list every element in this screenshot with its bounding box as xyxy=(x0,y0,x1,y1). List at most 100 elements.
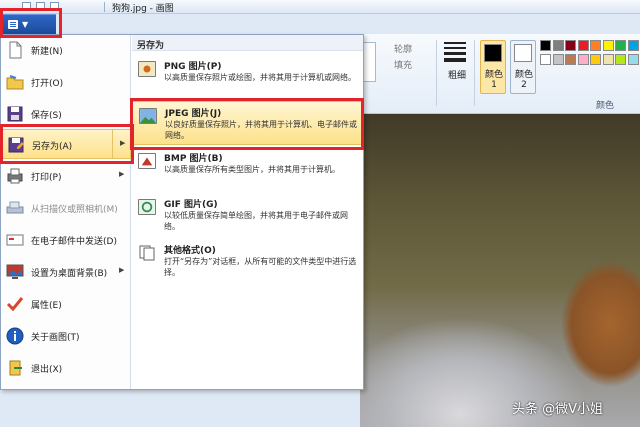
chevron-right-icon[interactable]: ▶ xyxy=(120,139,125,147)
redo-icon[interactable] xyxy=(50,2,59,11)
menu-item-label: 新建(N) xyxy=(31,47,63,57)
palette-color-swatch[interactable] xyxy=(552,54,564,65)
format-other[interactable]: 其他格式(O) 打开“另存为”对话框，从所有可能的文件类型中进行选择。 xyxy=(132,239,363,283)
palette-color-swatch[interactable] xyxy=(590,40,601,51)
menu-item-label: 设置为桌面背景(B) xyxy=(31,269,108,279)
document-icon xyxy=(8,20,18,29)
submenu-header: 另存为 xyxy=(132,35,363,51)
title-bar: 狗狗.jpg - 画图 xyxy=(0,0,640,14)
save-as-submenu: 另存为 PNG 图片(P) 以高质量保存照片或绘图，并将其用于计算机或网络。 J… xyxy=(132,35,363,389)
palette-color-swatch[interactable] xyxy=(615,54,626,65)
watermark: 头条 @微V小姐 xyxy=(512,402,604,417)
palette-color-swatch[interactable] xyxy=(615,40,626,51)
menu-item-label: 打印(P) xyxy=(31,173,62,183)
format-jpeg[interactable]: JPEG 图片(J) 以良好质量保存照片，并将其用于计算机、电子邮件或网络。 xyxy=(132,101,363,145)
info-icon xyxy=(6,327,24,345)
line-size-icon[interactable] xyxy=(444,42,466,62)
printer-icon xyxy=(7,168,23,184)
png-image-icon xyxy=(138,61,156,77)
menu-item-save[interactable]: 保存(S) xyxy=(1,99,131,129)
floppy-disk-icon xyxy=(7,106,23,122)
format-title: 其他格式(O) xyxy=(164,246,216,256)
menu-item-about[interactable]: 关于画图(T) xyxy=(1,321,131,351)
format-png[interactable]: PNG 图片(P) 以高质量保存照片或绘图，并将其用于计算机或网络。 xyxy=(132,55,363,99)
format-gif[interactable]: GIF 图片(G) 以较低质量保存简单绘图，并将其用于电子邮件或网络。 xyxy=(132,193,363,237)
palette-color-swatch[interactable] xyxy=(565,40,576,51)
palette-color-swatch[interactable] xyxy=(602,54,614,65)
format-title: PNG 图片(P) xyxy=(164,62,222,72)
menu-item-print[interactable]: 打印(P) ▶ xyxy=(1,161,131,191)
menu-item-label: 在电子邮件中发送(D) xyxy=(31,237,117,247)
desktop-wallpaper-icon xyxy=(6,264,24,279)
chevron-right-icon[interactable]: ▶ xyxy=(119,266,124,274)
ribbon: 轮廓 填充 粗细 颜色 1 颜色 2 颜色 xyxy=(360,34,640,114)
color1-swatch xyxy=(484,44,502,62)
menu-item-label: 关于画图(T) xyxy=(31,333,80,343)
chevron-down-icon: ▼ xyxy=(22,20,29,29)
chevron-right-icon[interactable]: ▶ xyxy=(119,170,124,178)
new-file-icon xyxy=(9,41,22,59)
undo-icon[interactable] xyxy=(36,2,45,11)
menu-item-label: 另存为(A) xyxy=(32,142,73,152)
save-as-icon xyxy=(8,137,24,153)
menu-item-new[interactable]: 新建(N) xyxy=(1,35,131,65)
open-folder-icon xyxy=(6,75,24,90)
palette-color-swatch[interactable] xyxy=(552,40,564,51)
palette-color-swatch[interactable] xyxy=(565,54,576,65)
menu-item-email[interactable]: 在电子邮件中发送(D) xyxy=(1,225,131,255)
ribbon-separator xyxy=(436,40,437,106)
format-description: 以良好质量保存照片，并将其用于计算机、电子邮件或网络。 xyxy=(165,120,357,140)
gif-image-icon xyxy=(138,199,156,215)
format-title: GIF 图片(G) xyxy=(164,200,218,210)
palette-color-swatch[interactable] xyxy=(540,54,551,65)
palette-color-swatch[interactable] xyxy=(627,54,639,65)
window-title: 狗狗.jpg - 画图 xyxy=(112,4,174,14)
format-bmp[interactable]: BMP 图片(B) 以高质量保存所有类型图片，并将其用于计算机。 xyxy=(132,147,363,191)
format-description: 以高质量保存照片或绘图，并将其用于计算机或网络。 xyxy=(164,73,356,82)
menu-item-label: 退出(X) xyxy=(31,365,63,375)
fill-button[interactable]: 填充 xyxy=(394,58,412,71)
palette-color-swatch[interactable] xyxy=(540,40,551,51)
format-description: 以高质量保存所有类型图片，并将其用于计算机。 xyxy=(164,165,340,174)
palette-color-swatch[interactable] xyxy=(577,54,589,65)
size-button[interactable]: 粗细 xyxy=(448,68,466,81)
save-icon[interactable] xyxy=(22,2,31,11)
menu-item-label: 从扫描仪或照相机(M) xyxy=(31,205,118,215)
color1-button[interactable]: 颜色 1 xyxy=(480,40,506,94)
palette-color-swatch[interactable] xyxy=(602,40,614,51)
app-menu: 新建(N) 打开(O) 保存(S) 另存为(A) ▶ 打印(P) ▶ 从扫描仪或… xyxy=(0,34,364,390)
exit-door-icon xyxy=(9,360,22,376)
menu-item-label: 保存(S) xyxy=(31,111,62,121)
palette-color-swatch[interactable] xyxy=(627,40,639,51)
outline-button[interactable]: 轮廓 xyxy=(394,42,412,55)
format-title: JPEG 图片(J) xyxy=(165,109,222,119)
menu-item-scanner: 从扫描仪或照相机(M) xyxy=(1,193,131,223)
format-description: 打开“另存为”对话框，从所有可能的文件类型中进行选择。 xyxy=(164,257,357,277)
drawing-canvas[interactable] xyxy=(360,114,640,427)
palette-color-swatch[interactable] xyxy=(577,40,589,51)
format-description: 以较低质量保存简单绘图，并将其用于电子邮件或网络。 xyxy=(164,211,348,231)
menu-item-label: 属性(E) xyxy=(31,301,62,311)
color2-label: 颜色 2 xyxy=(514,70,533,90)
jpeg-image-icon xyxy=(139,108,157,124)
menu-split-divider xyxy=(112,130,113,158)
color1-label: 颜色 1 xyxy=(484,70,503,90)
ribbon-separator xyxy=(474,40,475,106)
format-title: BMP 图片(B) xyxy=(164,154,223,164)
submenu-title: 另存为 xyxy=(137,41,165,51)
email-icon xyxy=(6,234,24,246)
menu-item-open[interactable]: 打开(O) xyxy=(1,67,131,97)
app-menu-commands: 新建(N) 打开(O) 保存(S) 另存为(A) ▶ 打印(P) ▶ 从扫描仪或… xyxy=(1,35,131,389)
color2-button[interactable]: 颜色 2 xyxy=(510,40,536,94)
bmp-image-icon xyxy=(138,153,156,169)
menu-item-set-wallpaper[interactable]: 设置为桌面背景(B) ▶ xyxy=(1,257,131,287)
menu-item-properties[interactable]: 属性(E) xyxy=(1,289,131,319)
palette-color-swatch[interactable] xyxy=(590,54,601,65)
menu-item-save-as[interactable]: 另存为(A) ▶ xyxy=(1,129,131,159)
menu-item-label: 打开(O) xyxy=(31,79,64,89)
shapes-gallery[interactable] xyxy=(362,42,376,82)
checkmark-icon xyxy=(6,297,24,312)
color2-swatch xyxy=(514,44,532,62)
app-menu-button[interactable]: ▼ xyxy=(0,14,56,34)
menu-item-exit[interactable]: 退出(X) xyxy=(1,353,131,383)
